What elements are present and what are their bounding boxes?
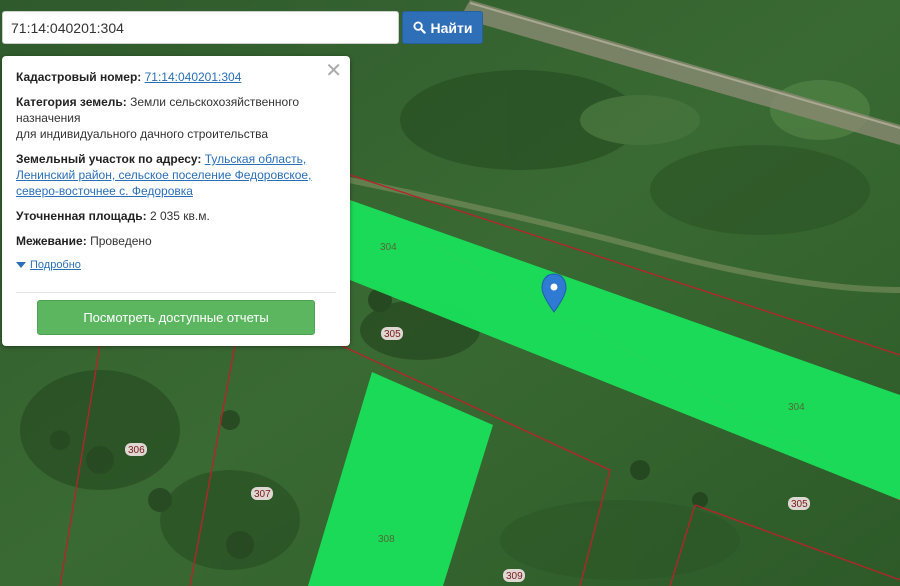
area-value: 2 035 кв.м. [149, 209, 210, 223]
parcel-label-305: 305 [384, 329, 401, 340]
cadastral-link[interactable]: 71:14:040201:304 [145, 70, 242, 84]
category-value: для индивидуального дачного строительств… [16, 127, 269, 141]
cadastral-row: Кадастровый номер: 71:14:040201:304 [16, 69, 336, 85]
parcel-label-304: 304 [380, 242, 397, 253]
parcel-label-305: 305 [791, 499, 808, 510]
category-row: Категория земель: Земли сельскохозяйстве… [16, 94, 336, 142]
parcel-label-304: 304 [788, 402, 805, 413]
search-icon [412, 21, 426, 34]
parcel-info-popup: ✕ Кадастровый номер: 71:14:040201:304 Ка… [2, 56, 350, 346]
close-icon[interactable]: ✕ [325, 61, 342, 81]
divider [16, 292, 336, 293]
survey-row: Межевание: Проведено [16, 233, 336, 249]
survey-value: Проведено [90, 234, 152, 248]
cadastral-label: Кадастровый номер: [16, 70, 142, 84]
search-button[interactable]: Найти [402, 11, 483, 44]
details-toggle[interactable]: Подробно [16, 257, 336, 273]
parcel-label-306: 306 [128, 445, 145, 456]
address-link[interactable]: Ленинский район, сельское поселение Федо… [16, 168, 311, 182]
caret-down-icon [16, 262, 26, 268]
view-reports-button[interactable]: Посмотреть доступные отчеты [37, 300, 315, 335]
address-link[interactable]: северо-восточнее с. Федоровка [16, 184, 193, 198]
area-row: Уточненная площадь: 2 035 кв.м. [16, 208, 336, 224]
details-link[interactable]: Подробно [30, 257, 81, 273]
search-box[interactable] [2, 11, 399, 44]
category-value: назначения [16, 111, 81, 125]
address-label: Земельный участок по адресу: [16, 152, 202, 166]
category-label: Категория земель: [16, 95, 127, 109]
parcel-label-307: 307 [254, 489, 271, 500]
parcel-label-309: 309 [506, 571, 523, 582]
address-link[interactable]: Тульская область, [205, 152, 306, 166]
survey-label: Межевание: [16, 234, 87, 248]
address-row: Земельный участок по адресу: Тульская об… [16, 151, 336, 199]
search-input[interactable] [3, 12, 398, 43]
parcel-label-308: 308 [378, 534, 395, 545]
area-label: Уточненная площадь: [16, 209, 147, 223]
category-value: Земли сельскохозяйственного [130, 95, 300, 109]
search-button-label: Найти [430, 19, 473, 36]
